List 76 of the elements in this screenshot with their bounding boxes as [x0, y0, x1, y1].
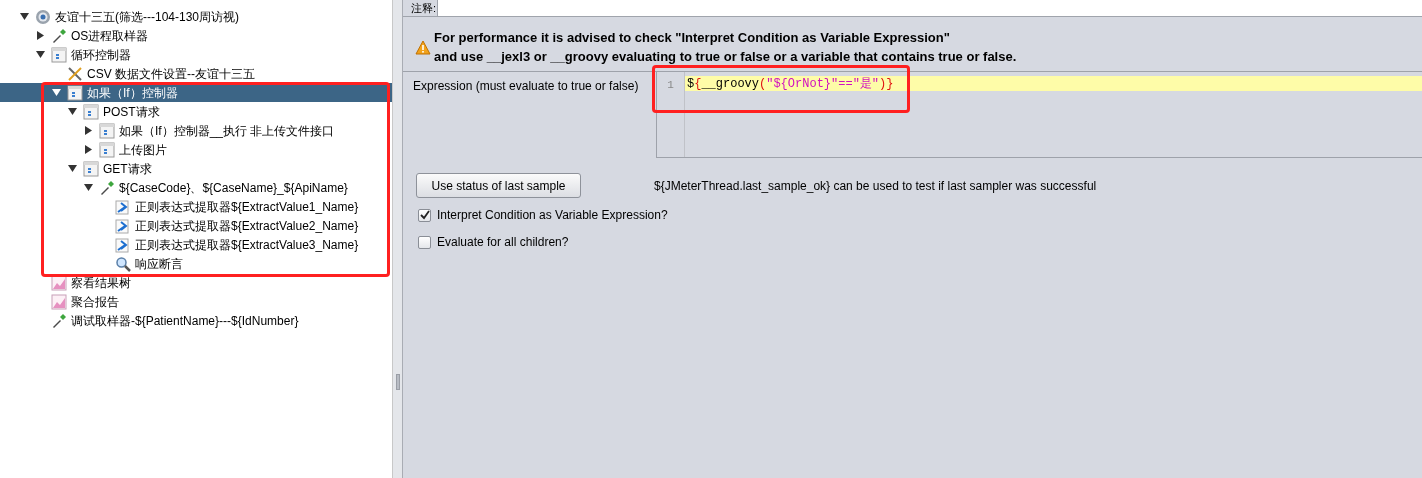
tree-item[interactable]: ${CaseCode}、${CaseName}_${ApiName}: [0, 178, 392, 197]
tree-item-label: 循环控制器: [70, 46, 131, 64]
tree-item[interactable]: GET请求: [0, 159, 392, 178]
collapse-icon[interactable]: [83, 183, 93, 192]
arrow-icon: [115, 236, 131, 253]
code-editor[interactable]: 1 ${__groovy("${OrNot}"=="是")}: [656, 72, 1422, 158]
expression-label: Expression (must evaluate to true or false): [412, 78, 640, 95]
hint-text: ${JMeterThread.last_sample_ok} can be used to test if last sampler was successful: [654, 177, 1097, 195]
tree-item[interactable]: 如果（If）控制器: [0, 83, 392, 102]
tree-item[interactable]: 正则表达式提取器${ExtractValue2_Name}: [0, 216, 392, 235]
warning-text: For performance it is advised to check "Interpret Condition as Variable Expression": [434, 29, 951, 47]
tree-item[interactable]: 调试取样器-${PatientName}---${IdNumber}: [0, 311, 392, 330]
controller-icon: [83, 160, 99, 177]
tree-item-label: 正则表达式提取器${ExtractValue2_Name}: [134, 217, 359, 235]
tree-item-label: 聚合报告: [70, 293, 119, 311]
tree-item-label: 正则表达式提取器${ExtractValue1_Name}: [134, 198, 359, 216]
comment-field[interactable]: [437, 0, 1422, 16]
checkbox-label: Interpret Condition as Variable Expression?: [437, 207, 668, 224]
tree-item-label: OS进程取样器: [70, 27, 149, 45]
arrow-icon: [115, 198, 131, 215]
controller-icon: [83, 103, 99, 120]
expand-icon[interactable]: [35, 31, 45, 40]
tree-item[interactable]: 正则表达式提取器${ExtractValue1_Name}: [0, 197, 392, 216]
collapse-icon[interactable]: [67, 107, 77, 116]
checkbox[interactable]: [418, 235, 431, 249]
tree-item[interactable]: OS进程取样器: [0, 26, 392, 45]
tree-item[interactable]: POST请求: [0, 102, 392, 121]
tree-item-label: GET请求: [102, 160, 152, 178]
comment-label: 注释:: [410, 1, 437, 16]
tree-item[interactable]: 响应断言: [0, 254, 392, 273]
collapse-icon[interactable]: [35, 50, 45, 59]
line-number: 1: [667, 78, 674, 93]
tree-item[interactable]: 上传图片: [0, 140, 392, 159]
tree-item-label: POST请求: [102, 103, 160, 121]
tree-item-label: 正则表达式提取器${ExtractValue3_Name}: [134, 236, 359, 254]
gear-icon: [35, 8, 51, 25]
collapse-icon[interactable]: [67, 164, 77, 173]
last-sample-button[interactable]: Use status of last sample: [416, 173, 581, 198]
splitter-handle[interactable]: [395, 374, 400, 390]
tree-item-label: 调试取样器-${PatientName}---${IdNumber}: [70, 312, 299, 330]
dropper-icon: [99, 179, 115, 196]
tree-item-label: ${CaseCode}、${CaseName}_${ApiName}: [118, 179, 348, 197]
tree-item[interactable]: 察看结果树: [0, 273, 392, 292]
tree-item-label: 察看结果树: [70, 274, 131, 292]
tree-item-label: 响应断言: [134, 255, 183, 273]
tree-item[interactable]: 如果（If）控制器__执行 非上传文件接口: [0, 121, 392, 140]
arrow-icon: [115, 217, 131, 234]
tree-item[interactable]: CSV 数据文件设置--友谊十三五: [0, 64, 392, 83]
code-line: ${__groovy("${OrNot}"=="是")}: [687, 75, 894, 93]
chart-icon: [51, 293, 67, 310]
tree-item-label: 如果（If）控制器__执行 非上传文件接口: [118, 122, 335, 140]
warning-icon: [415, 40, 431, 55]
controller-icon: [99, 122, 115, 139]
expand-icon[interactable]: [83, 126, 93, 135]
tree-item[interactable]: 循环控制器: [0, 45, 392, 64]
expand-icon[interactable]: [83, 145, 93, 154]
warning-text: and use __jexl3 or __groovy evaluating to true or false or a variable that contains true or false.: [434, 48, 1017, 66]
controller-icon: [99, 141, 115, 158]
checkbox[interactable]: [418, 208, 431, 222]
tree-item-label: 上传图片: [118, 141, 167, 159]
wrench-icon: [67, 65, 83, 82]
check-icon: [419, 210, 430, 220]
controller-icon: [51, 46, 67, 63]
dropper-icon: [51, 27, 67, 44]
tree-item[interactable]: 正则表达式提取器${ExtractValue3_Name}: [0, 235, 392, 254]
tree-item[interactable]: 友谊十三五(筛选---104-130周访视): [0, 7, 392, 26]
magnifier-icon: [115, 255, 131, 272]
tree-item[interactable]: 聚合报告: [0, 292, 392, 311]
checkbox-label: Evaluate for all children?: [437, 234, 569, 251]
collapse-icon[interactable]: [51, 88, 61, 97]
tree-item-label: 友谊十三五(筛选---104-130周访视): [54, 8, 240, 26]
tree-item-label: CSV 数据文件设置--友谊十三五: [86, 65, 255, 83]
collapse-icon[interactable]: [19, 12, 29, 21]
tree-item-label: 如果（If）控制器: [86, 84, 178, 102]
dropper-icon: [51, 312, 67, 329]
controller-icon: [67, 84, 83, 101]
